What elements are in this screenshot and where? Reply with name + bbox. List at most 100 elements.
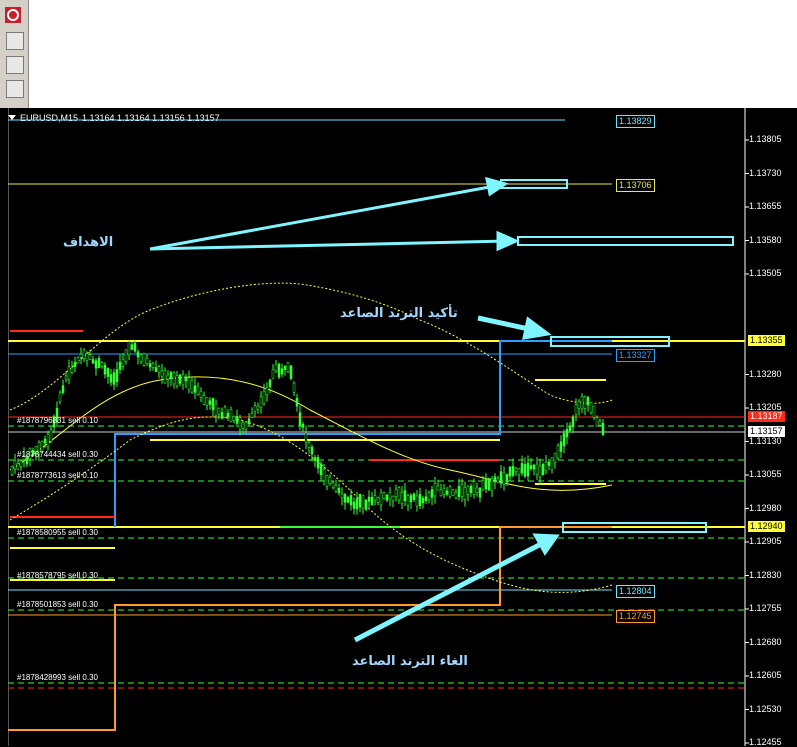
candle-body bbox=[196, 385, 200, 395]
candle-body bbox=[439, 489, 443, 497]
candle-body bbox=[526, 462, 530, 477]
candle-body bbox=[331, 482, 335, 488]
candle-body bbox=[112, 372, 116, 385]
candle-body bbox=[211, 397, 215, 411]
candle-body bbox=[100, 362, 104, 367]
candle-body bbox=[322, 469, 326, 481]
candle-body bbox=[217, 407, 221, 415]
candle-body bbox=[454, 492, 458, 499]
candle-body bbox=[166, 374, 170, 380]
candle-body bbox=[205, 397, 209, 406]
candle-body bbox=[61, 385, 65, 393]
candle-body bbox=[118, 361, 122, 370]
candle-body bbox=[469, 486, 473, 494]
candle-body bbox=[415, 495, 419, 507]
candle-body bbox=[19, 460, 23, 467]
axis-tick-label: 1.12530 bbox=[749, 703, 782, 714]
candle-body bbox=[124, 349, 128, 362]
tag-top: 1.13829 bbox=[616, 115, 655, 128]
order-label[interactable]: #1878744434 sell 0.30 bbox=[17, 450, 98, 459]
order-label[interactable]: #1878773613 sell 0.10 bbox=[17, 471, 98, 480]
candle-body bbox=[505, 473, 509, 483]
candle-body bbox=[361, 494, 365, 509]
envelope-lower bbox=[9, 416, 613, 593]
annotation-arrows bbox=[149, 176, 560, 643]
candle-body bbox=[298, 412, 302, 426]
candle-body bbox=[163, 370, 167, 384]
candle-body bbox=[595, 417, 599, 427]
arrow-target-2 bbox=[149, 239, 509, 251]
candle-body bbox=[481, 480, 485, 491]
candle-body bbox=[463, 487, 467, 500]
candle-body bbox=[592, 405, 596, 418]
candle-body bbox=[580, 396, 584, 409]
candle-body bbox=[490, 478, 494, 491]
candle-body bbox=[373, 495, 377, 501]
candle-body bbox=[301, 423, 305, 428]
candle-body bbox=[247, 418, 251, 425]
candle-body bbox=[403, 490, 407, 502]
candle-body bbox=[85, 353, 89, 361]
candle-body bbox=[256, 405, 260, 410]
candle-body bbox=[436, 485, 440, 491]
candlesticks bbox=[10, 340, 605, 515]
candle-body bbox=[49, 429, 53, 442]
candle-body bbox=[172, 372, 176, 385]
candle-body bbox=[355, 498, 359, 510]
candle-body bbox=[499, 471, 503, 484]
candle-body bbox=[76, 357, 80, 364]
candle-body bbox=[421, 497, 425, 504]
axis-tick-label: 1.12905 bbox=[749, 536, 782, 546]
candle-body bbox=[16, 463, 20, 470]
candle-body bbox=[325, 475, 329, 487]
order-label[interactable]: #1878796831 sell 0.10 bbox=[17, 416, 98, 425]
candle-body bbox=[340, 493, 344, 499]
arrow-cancel bbox=[353, 539, 547, 643]
candle-body bbox=[460, 484, 464, 497]
axis-tick-label: 1.12680 bbox=[749, 636, 782, 647]
candle-body bbox=[109, 374, 113, 383]
tag-yellow-low: 1.12940 bbox=[748, 521, 785, 532]
candle-body bbox=[277, 364, 281, 378]
candle-body bbox=[154, 367, 158, 373]
candle-body bbox=[334, 484, 338, 492]
candle-body bbox=[313, 457, 317, 461]
candle-body bbox=[532, 464, 536, 470]
candle-body bbox=[103, 364, 107, 375]
candle-body bbox=[445, 490, 449, 495]
annotation-cancel-uptrend: الغاء الترند الصاعد bbox=[352, 654, 468, 669]
candle-body bbox=[394, 489, 398, 497]
tag-orange: 1.12745 bbox=[616, 610, 655, 623]
order-label[interactable]: #1878501853 sell 0.30 bbox=[17, 600, 98, 609]
arrow-head-cancel bbox=[532, 533, 560, 556]
candle-body bbox=[346, 496, 350, 503]
candle-body bbox=[190, 379, 194, 393]
envelope-upper bbox=[9, 282, 613, 411]
candle-body bbox=[517, 468, 521, 476]
candle-body bbox=[577, 401, 581, 409]
candle-body bbox=[397, 487, 401, 501]
candle-body bbox=[451, 489, 455, 496]
order-label[interactable]: #1878578795 sell 0.30 bbox=[17, 571, 98, 580]
tag-blue-1: 1.13327 bbox=[616, 349, 655, 362]
candle-body bbox=[220, 412, 224, 419]
axis-tick-label: 1.13580 bbox=[749, 234, 782, 245]
candle-body bbox=[259, 396, 263, 408]
candle-body bbox=[508, 466, 512, 477]
candle-body bbox=[238, 417, 242, 430]
candle-body bbox=[43, 438, 47, 444]
candle-body bbox=[319, 463, 323, 476]
candle-body bbox=[253, 405, 257, 412]
candle-body bbox=[571, 416, 575, 428]
candle-body bbox=[274, 363, 278, 372]
target-box-2[interactable] bbox=[517, 236, 734, 246]
candle-body bbox=[268, 379, 272, 388]
candle-body bbox=[412, 493, 416, 500]
candle-body bbox=[598, 420, 602, 426]
candle-body bbox=[457, 486, 461, 497]
order-label[interactable]: #1878580955 sell 0.30 bbox=[17, 528, 98, 537]
order-label[interactable]: #1878428993 sell 0.30 bbox=[17, 673, 98, 682]
candle-body bbox=[193, 385, 197, 393]
axis-tick-label: 1.12980 bbox=[749, 502, 782, 513]
candle-body bbox=[568, 425, 572, 431]
